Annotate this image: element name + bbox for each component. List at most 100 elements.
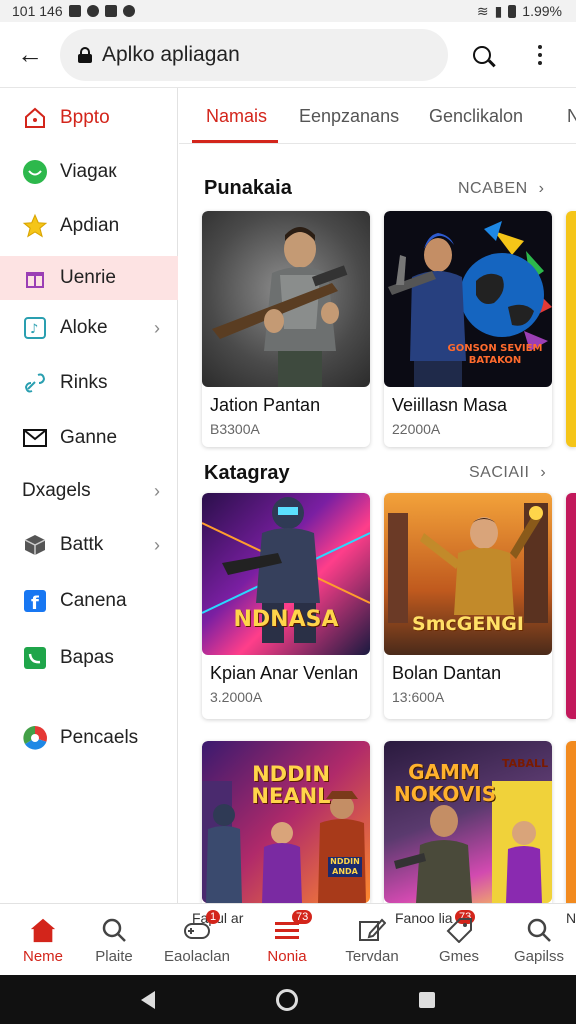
gamepad-icon <box>183 916 211 944</box>
sidebar-item-label: Aloke <box>60 317 108 338</box>
game-card-partial[interactable] <box>566 741 576 903</box>
sidebar-item-links[interactable]: Rinks <box>0 361 178 405</box>
sidebar-item-colors[interactable]: Pencaels <box>0 716 178 760</box>
sidebar-item-label: Dxagels <box>22 480 91 501</box>
game-thumbnail: SmcGENGI <box>384 493 552 655</box>
svg-text:♪: ♪ <box>30 322 38 337</box>
game-card[interactable]: NDNASA Kpian Anar Venlan 3.2000A <box>202 493 370 719</box>
section-see-all-link[interactable]: SACIAII › <box>469 464 546 482</box>
game-card-partial[interactable] <box>566 211 576 447</box>
game-thumbnail: NDNASA <box>202 493 370 655</box>
tab-overflow[interactable]: N <box>567 88 576 144</box>
card-subtitle: B3300A <box>210 421 260 437</box>
more-options-button[interactable] <box>520 35 560 75</box>
arrow-left-icon: ← <box>17 39 43 69</box>
nav-home[interactable]: Neme <box>2 904 84 976</box>
back-button[interactable]: ← <box>0 22 60 88</box>
artwork-small-text: NDDIN ANDA <box>328 857 362 877</box>
chevron-right-icon: › <box>154 480 160 501</box>
gift-icon <box>22 265 48 291</box>
app-bar: ← Aplko apliagan <box>0 22 576 88</box>
sidebar-item-label: Viagaк <box>60 161 117 182</box>
tab-genclikalon[interactable]: Genclikalon <box>429 88 523 144</box>
sidebar-item-label: Ganne <box>60 427 118 448</box>
sidebar-item-gifts[interactable]: Uenrie <box>0 256 178 300</box>
nav-search[interactable]: Plaite <box>73 904 155 976</box>
card-subtitle: 22000A <box>392 421 441 437</box>
sidebar-item-label: Pencaels <box>60 727 139 748</box>
search-icon <box>525 916 553 944</box>
category-tabs: Namais Eenpzanans Genclikalon N <box>179 88 576 144</box>
artwork-side-text: TABALL <box>502 757 549 770</box>
sidebar-item-details[interactable]: Dxagels › <box>0 469 178 513</box>
mail-icon <box>22 425 48 451</box>
tab-eenpzanans[interactable]: Eenpzanans <box>299 88 399 144</box>
back-triangle-icon[interactable] <box>140 990 155 1009</box>
notification-icon <box>68 5 81 17</box>
color-wheel-icon <box>22 725 48 751</box>
section-see-all-link[interactable]: NCABEN › <box>458 180 544 198</box>
card-title: Bolan Dantan <box>392 663 502 683</box>
game-thumbnail: NDDIN NEANL NDDIN ANDA <box>202 741 370 903</box>
sidebar-item-favorites[interactable]: Apdian <box>0 204 178 248</box>
sidebar-item-label: Battk <box>60 534 104 555</box>
menu-icon <box>273 916 301 944</box>
nav-tags[interactable]: Gmes <box>418 904 500 976</box>
home-circle-icon[interactable] <box>275 988 298 1011</box>
sidebar-item-phone[interactable]: Bapas <box>0 636 178 680</box>
bottom-navigation: Fapul ar Fanoo lia 1 73 73 N Neme Plaite… <box>0 903 576 975</box>
facebook-icon: f <box>22 588 48 614</box>
battery-icon <box>508 4 517 18</box>
card-subtitle: 3.2000A <box>210 689 263 705</box>
game-thumbnail: GONSON SEVIEM BATAKON <box>384 211 552 387</box>
game-card-partial[interactable] <box>566 493 576 719</box>
recents-square-icon[interactable] <box>419 991 436 1008</box>
sidebar-item-chat[interactable]: Viagaк <box>0 150 178 194</box>
game-card[interactable]: GAMM NOKOVIS TABALL <box>384 741 552 903</box>
game-card[interactable]: NDDIN NEANL NDDIN ANDA <box>202 741 370 903</box>
artwork-text: SmcGENGI <box>412 613 524 635</box>
artwork-text: GONSON SEVIEM BATAKON <box>447 343 543 366</box>
lock-icon <box>78 46 92 63</box>
tab-namais[interactable]: Namais <box>206 88 267 144</box>
search-button[interactable] <box>462 35 502 75</box>
sidebar-item-label: Bapas <box>60 647 114 668</box>
sidebar-item-box[interactable]: Battk › <box>0 523 178 567</box>
address-text: Aplko apliagan <box>102 42 240 66</box>
sync-icon <box>86 5 99 17</box>
game-card[interactable]: Jation Pantan B3300A <box>202 211 370 447</box>
chevron-right-icon: › <box>540 464 547 481</box>
card-title: Veiillasn Masa <box>392 395 508 415</box>
section-title: Katagray <box>204 462 290 484</box>
box-icon <box>22 532 48 558</box>
chevron-right-icon: › <box>538 180 545 197</box>
sidebar: Bppto Viagaк Apdian Uenrie ♪ Aloke › Rin… <box>0 88 178 903</box>
chat-icon <box>22 159 48 185</box>
settings-icon <box>122 5 135 17</box>
card-subtitle: 13:600A <box>392 689 445 705</box>
sidebar-item-music[interactable]: ♪ Aloke › <box>0 306 178 350</box>
artwork-text: NDDIN NEANL <box>251 762 331 808</box>
game-card[interactable]: SmcGENGI Bolan Dantan 13:600A <box>384 493 552 719</box>
nav-menu[interactable]: Nonia <box>246 904 328 976</box>
address-bar[interactable]: Aplko apliagan <box>60 28 448 81</box>
game-card[interactable]: GONSON SEVIEM BATAKON Veiillasn Masa 220… <box>384 211 552 447</box>
nav-games[interactable]: Eaolaclan <box>156 904 238 976</box>
game-thumbnail <box>202 211 370 387</box>
nav-explore[interactable]: Gapilss <box>498 904 576 976</box>
game-thumbnail: GAMM NOKOVIS TABALL <box>384 741 552 903</box>
sidebar-item-mail[interactable]: Ganne <box>0 416 178 460</box>
chevron-right-icon: › <box>154 534 160 555</box>
signal-icon: ▮ <box>494 2 503 19</box>
sidebar-item-label: Uenrie <box>60 267 116 288</box>
system-navigation-bar <box>0 975 576 1024</box>
svg-text:f: f <box>31 593 39 613</box>
image-icon <box>104 5 117 17</box>
wifi-icon: ≋ <box>476 2 489 19</box>
section-title: Punakaia <box>204 177 292 199</box>
sidebar-item-facebook[interactable]: f Canena <box>0 579 178 623</box>
nav-edit[interactable]: Tervdan <box>331 904 413 976</box>
artwork-text: NDNASA <box>233 607 339 632</box>
sidebar-item-home[interactable]: Bppto <box>0 96 178 140</box>
search-icon <box>100 916 128 944</box>
